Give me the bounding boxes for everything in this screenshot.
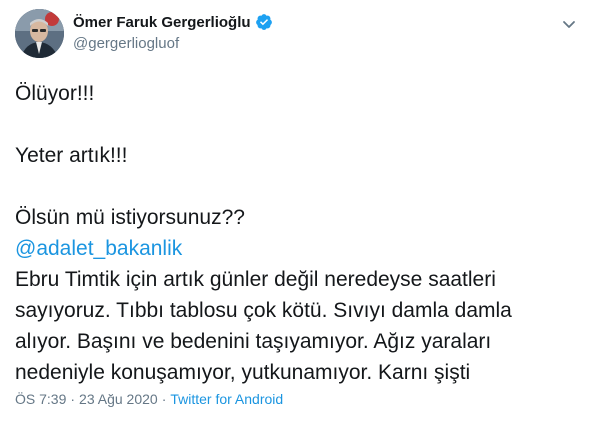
- mention-link[interactable]: @adalet_bakanlik: [15, 233, 580, 264]
- tweet-line: sayıyoruz. Tıbbı tablosu çok kötü. Sıvıy…: [15, 299, 512, 322]
- tweet-line: Ebru Timtik için artık günler değil nere…: [15, 268, 496, 291]
- author-handle[interactable]: @gergerliogluof: [73, 35, 273, 52]
- tweet-header: Ömer Faruk Gergerlioğlu @gergerliogluof: [15, 9, 580, 59]
- verified-badge-icon: [255, 13, 273, 31]
- author-avatar[interactable]: [15, 9, 64, 58]
- meta-separator: ·: [161, 391, 167, 407]
- tweet-date[interactable]: 23 Ağu 2020: [79, 391, 158, 407]
- chevron-down-icon[interactable]: [560, 15, 578, 33]
- tweet-line: Yeter artık!!!: [15, 144, 128, 167]
- tweet-time[interactable]: ÖS 7:39: [15, 391, 66, 407]
- tweet-metadata: ÖS 7:39 · 23 Ağu 2020 · Twitter for Android: [15, 391, 283, 407]
- name-row: Ömer Faruk Gergerlioğlu: [73, 12, 273, 32]
- tweet-line: nedeniyle konuşamıyor, yutkunamıyor. Kar…: [15, 361, 471, 384]
- tweet-line: Ölsün mü istiyorsunuz??: [15, 206, 245, 229]
- tweet-line: Ölüyor!!!: [15, 82, 95, 105]
- tweet-card: Ömer Faruk Gergerlioğlu @gergerliogluof …: [0, 0, 595, 422]
- tweet-line: alıyor. Başını ve bedenini taşıyamıyor. …: [15, 330, 492, 353]
- tweet-source-link[interactable]: Twitter for Android: [170, 391, 283, 407]
- avatar-image: [15, 9, 64, 58]
- meta-separator: ·: [70, 391, 76, 407]
- author-info: Ömer Faruk Gergerlioğlu @gergerliogluof: [73, 12, 273, 52]
- author-display-name[interactable]: Ömer Faruk Gergerlioğlu: [73, 14, 251, 31]
- tweet-text: Ölüyor!!! Yeter artık!!! Ölsün mü istiyo…: [15, 78, 580, 388]
